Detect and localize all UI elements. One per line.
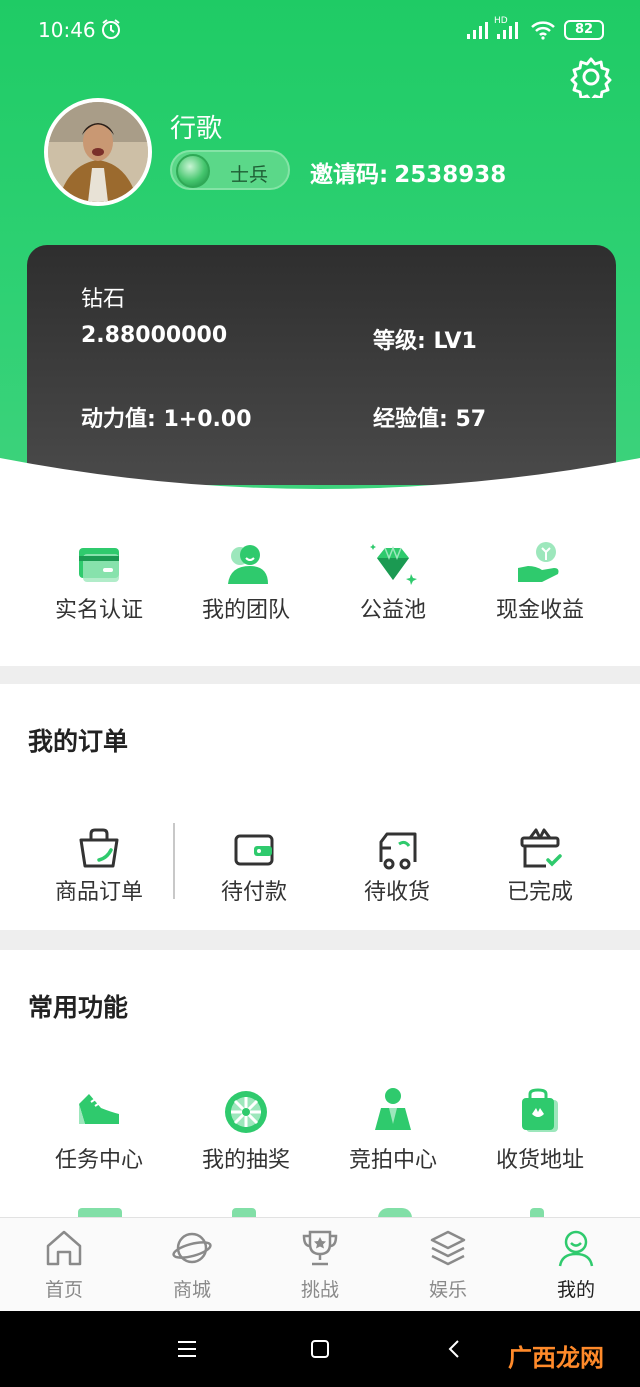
nav-label: 挑战 xyxy=(300,1279,339,1301)
nav-label: 首页 xyxy=(44,1279,83,1301)
function-auction-center[interactable]: 竞拍中心 xyxy=(320,1086,466,1176)
power-label: 动力值: xyxy=(81,407,156,432)
watermark: 广西龙网 xyxy=(508,1344,604,1372)
cash-hand-icon xyxy=(518,542,559,582)
nav-mine[interactable]: 我的 xyxy=(512,1218,640,1312)
quick-link-label: 我的团队 xyxy=(201,598,290,623)
wallet-icon xyxy=(234,834,274,866)
id-card-icon xyxy=(79,548,119,582)
power-info: 动力值: 1+0.00 xyxy=(81,401,252,433)
diamond-icon xyxy=(370,544,417,585)
common-title: 常用功能 xyxy=(28,993,129,1022)
bottom-nav: 首页 商城 挑战 娱乐 我的 xyxy=(0,1217,640,1311)
avatar[interactable] xyxy=(44,98,152,206)
shopping-bag-icon xyxy=(522,1088,558,1132)
function-label: 收货地址 xyxy=(495,1148,584,1173)
order-goods[interactable]: 商品订单 xyxy=(26,824,172,905)
person-icon xyxy=(558,1230,594,1267)
nav-mall[interactable]: 商城 xyxy=(128,1218,256,1312)
user-name: 行歌 xyxy=(170,114,223,144)
quick-link-charity-pool[interactable]: 公益池 xyxy=(320,538,466,638)
quick-links-section: 实名认证 我的团队 公益池 现金收益 xyxy=(0,500,640,666)
function-label: 竞拍中心 xyxy=(348,1148,437,1173)
planet-icon xyxy=(172,1232,212,1264)
order-pending-receipt[interactable]: 待收货 xyxy=(324,824,470,905)
function-task-center[interactable]: 任务中心 xyxy=(26,1086,172,1176)
nav-home[interactable]: 首页 xyxy=(0,1218,128,1312)
quick-link-label: 现金收益 xyxy=(495,598,584,623)
exp-info: 经验值: 57 xyxy=(373,401,486,433)
function-my-lottery[interactable]: 我的抽奖 xyxy=(173,1086,319,1176)
rank-orb-icon xyxy=(176,154,210,188)
quick-link-real-name[interactable]: 实名认证 xyxy=(26,538,172,638)
order-pending-payment[interactable]: 待付款 xyxy=(181,824,327,905)
invite-code[interactable]: 邀请码: 2538938 xyxy=(310,155,506,189)
nav-label: 娱乐 xyxy=(428,1279,467,1301)
battery-indicator: 82 xyxy=(564,20,604,40)
exp-value: 57 xyxy=(455,407,487,432)
quick-link-cash-income[interactable]: 现金收益 xyxy=(467,538,613,638)
gear-icon[interactable] xyxy=(570,56,612,98)
quick-link-label: 实名认证 xyxy=(54,598,143,623)
function-label: 任务中心 xyxy=(54,1148,143,1173)
nav-label: 商城 xyxy=(172,1279,211,1301)
exp-label: 经验值: xyxy=(373,407,448,432)
layers-icon xyxy=(430,1230,466,1266)
level-label: 等级: xyxy=(373,329,426,354)
order-label: 已完成 xyxy=(506,880,573,905)
wifi-icon xyxy=(531,21,555,40)
diamond-label: 钻石 xyxy=(81,287,126,312)
quick-link-team[interactable]: 我的团队 xyxy=(173,538,319,638)
rank-label: 士兵 xyxy=(230,164,269,186)
signal-icon-2 xyxy=(497,22,518,39)
truck-icon xyxy=(379,832,417,870)
alarm-icon xyxy=(102,19,120,39)
diamond-value: 2.88000000 xyxy=(81,323,228,348)
avatar-image xyxy=(48,102,148,202)
function-label: 我的抽奖 xyxy=(201,1148,290,1173)
power-value: 1+0.00 xyxy=(163,407,252,432)
order-label: 待收货 xyxy=(363,880,430,905)
bag-icon xyxy=(79,828,119,868)
nav-challenge[interactable]: 挑战 xyxy=(256,1218,384,1312)
gift-check-icon xyxy=(520,828,562,868)
home-square-icon[interactable] xyxy=(309,1338,331,1360)
auction-person-icon xyxy=(375,1088,411,1130)
status-bar: 10:46 HD 82 xyxy=(0,0,640,60)
rank-badge: 士兵 xyxy=(170,150,290,190)
order-divider xyxy=(173,823,175,899)
common-functions-section: 常用功能 任务中心 我的抽奖 竞拍中心 收货地址 xyxy=(0,950,640,1217)
menu-icon[interactable] xyxy=(176,1339,198,1359)
quick-link-label: 公益池 xyxy=(359,598,426,623)
home-icon xyxy=(46,1230,82,1266)
order-completed[interactable]: 已完成 xyxy=(467,824,613,905)
nav-label: 我的 xyxy=(556,1279,595,1301)
level-value: LV1 xyxy=(433,329,477,354)
trophy-icon xyxy=(302,1230,338,1266)
profile-header: 10:46 HD 82 行歌 士兵 邀请码: 2538938 钻石 2.88000… xyxy=(0,0,640,500)
invite-value: 2538938 xyxy=(394,162,507,188)
team-icon xyxy=(228,545,268,584)
orders-title: 我的订单 xyxy=(28,727,129,756)
orders-section: 我的订单 商品订单 待付款 待收货 已完成 xyxy=(0,684,640,930)
function-shipping-address[interactable]: 收货地址 xyxy=(467,1086,613,1176)
status-time: 10:46 xyxy=(38,18,96,42)
shoe-icon xyxy=(79,1094,119,1124)
signal-icon xyxy=(467,22,488,39)
nav-entertainment[interactable]: 娱乐 xyxy=(384,1218,512,1312)
invite-label: 邀请码: xyxy=(310,162,389,188)
lottery-wheel-icon xyxy=(225,1091,267,1133)
order-label: 商品订单 xyxy=(54,880,143,905)
level-info: 等级: LV1 xyxy=(373,323,477,355)
back-icon[interactable] xyxy=(446,1338,462,1360)
order-label: 待付款 xyxy=(220,880,287,905)
